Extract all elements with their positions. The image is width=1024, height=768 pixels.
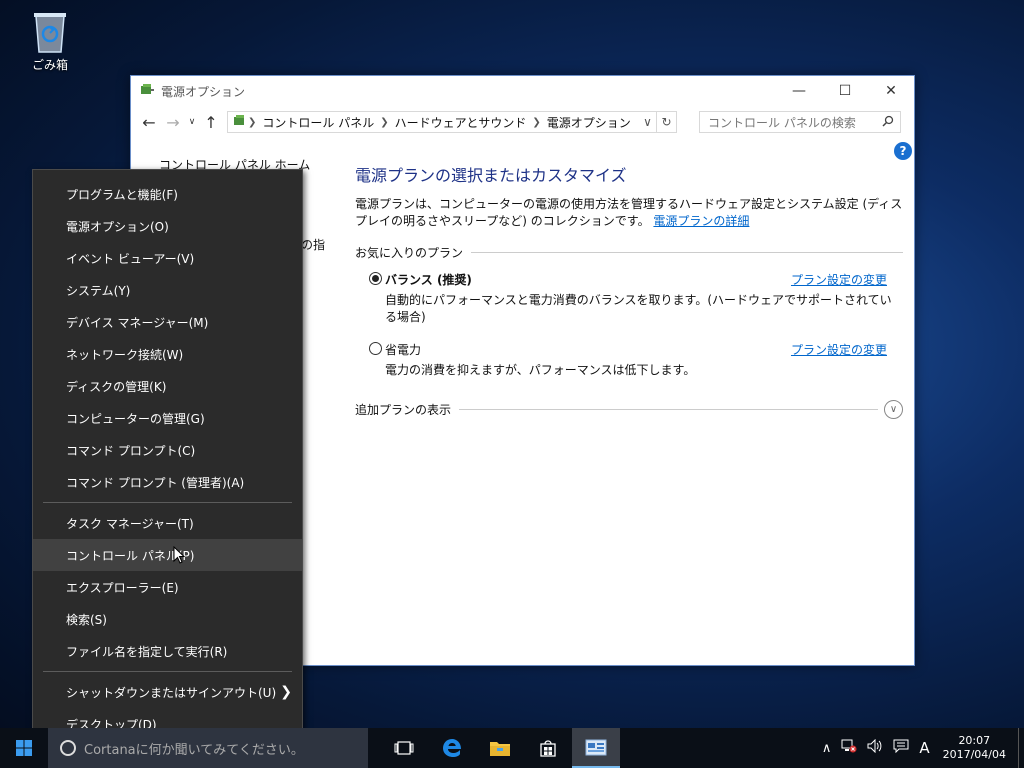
plan-balanced[interactable]: バランス (推奨) 自動的にパフォーマンスと電力消費のバランスを取ります。(ハー… <box>355 271 903 325</box>
menu-item-system[interactable]: システム(Y) <box>33 274 302 306</box>
cortana-placeholder[interactable]: Cortanaに何か聞いてみてください。 <box>84 739 304 758</box>
clock-date: 2017/04/04 <box>942 748 1006 761</box>
menu-item-event-viewer[interactable]: イベント ビューアー(V) <box>33 242 302 274</box>
menu-item-computer-management[interactable]: コンピューターの管理(G) <box>33 402 302 434</box>
task-view-icon <box>394 741 414 755</box>
menu-item-label[interactable]: シャットダウンまたはサインアウト(U) <box>66 684 276 701</box>
clock-time: 20:07 <box>958 734 991 747</box>
control-panel-icon <box>232 113 248 132</box>
recycle-bin-desktop-icon[interactable]: ごみ箱 <box>22 8 78 73</box>
menu-item-search[interactable]: 検索(S) <box>33 603 302 635</box>
address-bar[interactable]: ❯ コントロール パネル ❯ ハードウェアとサウンド ❯ 電源オプション ∨ <box>227 111 657 133</box>
task-view-button[interactable] <box>380 728 428 768</box>
cortana-icon <box>60 740 76 756</box>
start-button[interactable] <box>0 728 48 768</box>
power-options-icon <box>139 82 155 101</box>
additional-plans-section[interactable]: 追加プランの表示 ∨ <box>355 400 903 419</box>
menu-separator <box>43 671 292 672</box>
title-bar[interactable]: 電源オプション — ☐ ✕ <box>131 76 914 106</box>
control-panel-taskbar-button[interactable] <box>572 728 620 768</box>
cortana-search-box[interactable]: Cortanaに何か聞いてみてください。 <box>48 728 368 768</box>
main-content: 電源プランの選択またはカスタマイズ 電源プランは、コンピューターの電源の使用方法… <box>355 162 903 419</box>
network-disconnected-icon[interactable] <box>841 739 857 757</box>
change-plan-settings-link[interactable]: プラン設定の変更 <box>791 271 887 288</box>
store-icon <box>540 740 556 757</box>
breadcrumb-separator-icon[interactable]: ❯ <box>380 117 388 128</box>
expand-chevron-icon[interactable]: ∨ <box>884 400 903 419</box>
file-explorer-taskbar-button[interactable] <box>476 728 524 768</box>
forward-button[interactable]: → <box>161 110 185 134</box>
description-text: 電源プランは、コンピューターの電源の使用方法を管理するハードウェア設定とシステム… <box>355 197 903 228</box>
balanced-radio-button[interactable] <box>369 272 382 285</box>
breadcrumb-hardware-sound[interactable]: ハードウェアとサウンド <box>395 114 527 131</box>
page-description: 電源プランは、コンピューターの電源の使用方法を管理するハードウェア設定とシステム… <box>355 196 903 230</box>
help-icon[interactable]: ? <box>894 142 912 160</box>
recent-locations-chevron-icon[interactable]: ∨ <box>185 110 199 134</box>
recycle-bin-icon <box>30 8 70 54</box>
folder-icon <box>490 742 510 756</box>
submenu-chevron-right-icon: ❯ <box>280 684 292 700</box>
control-panel-icon <box>585 739 607 756</box>
edge-taskbar-button[interactable] <box>428 728 476 768</box>
breadcrumb-control-panel[interactable]: コントロール パネル <box>262 114 374 131</box>
menu-item-disk-management[interactable]: ディスクの管理(K) <box>33 370 302 402</box>
plan-description: 自動的にパフォーマンスと電力消費のバランスを取ります。(ハードウェアでサポートさ… <box>385 293 892 324</box>
show-hidden-icons-chevron-up-icon[interactable]: ∧ <box>822 741 832 756</box>
maximize-button[interactable]: ☐ <box>822 76 868 106</box>
navigation-bar: ← → ∨ ↑ ❯ コントロール パネル ❯ ハードウェアとサウンド ❯ 電源オ… <box>131 106 914 138</box>
search-icon[interactable] <box>882 115 894 130</box>
left-pane-partial-link[interactable]: の指 <box>301 236 325 253</box>
store-taskbar-button[interactable] <box>524 728 572 768</box>
system-tray: ∧ A 20:07 2017/04/04 <box>817 728 1024 768</box>
menu-item-control-panel[interactable]: コントロール パネル(P) <box>33 539 302 571</box>
up-button[interactable]: ↑ <box>199 110 223 134</box>
clock[interactable]: 20:07 2017/04/04 <box>943 734 1006 762</box>
menu-item-task-manager[interactable]: タスク マネージャー(T) <box>33 507 302 539</box>
windows-logo-icon <box>16 740 32 756</box>
search-box[interactable]: コントロール パネルの検索 <box>699 111 901 133</box>
divider <box>471 252 903 253</box>
plan-power-saver[interactable]: 省電力 電力の消費を抑えますが、パフォーマンスは低下します。 プラン設定の変更 <box>355 341 903 378</box>
favorites-section-header: お気に入りのプラン <box>355 244 903 261</box>
back-button[interactable]: ← <box>137 110 161 134</box>
refresh-icon[interactable]: ↻ <box>657 111 677 133</box>
breadcrumb-power-options[interactable]: 電源オプション <box>547 114 631 131</box>
search-input-placeholder[interactable]: コントロール パネルの検索 <box>708 114 856 131</box>
menu-item-device-manager[interactable]: デバイス マネージャー(M) <box>33 306 302 338</box>
menu-item-programs-features[interactable]: プログラムと機能(F) <box>33 178 302 210</box>
close-button[interactable]: ✕ <box>868 76 914 106</box>
minimize-button[interactable]: — <box>776 76 822 106</box>
menu-item-power-options[interactable]: 電源オプション(O) <box>33 210 302 242</box>
page-heading: 電源プランの選択またはカスタマイズ <box>355 166 627 185</box>
menu-item-command-prompt[interactable]: コマンド プロンプト(C) <box>33 434 302 466</box>
menu-item-command-prompt-admin[interactable]: コマンド プロンプト (管理者)(A) <box>33 466 302 498</box>
breadcrumb-separator-icon[interactable]: ❯ <box>248 117 256 128</box>
menu-separator <box>43 502 292 503</box>
change-plan-settings-link[interactable]: プラン設定の変更 <box>791 341 887 358</box>
edge-browser-icon <box>443 739 461 757</box>
power-saver-radio-button[interactable] <box>369 342 382 355</box>
volume-icon[interactable] <box>867 738 883 757</box>
plan-description: 電力の消費を抑えますが、パフォーマンスは低下します。 <box>385 363 696 377</box>
menu-item-run[interactable]: ファイル名を指定して実行(R) <box>33 635 302 667</box>
menu-item-shutdown-signout[interactable]: シャットダウンまたはサインアウト(U) ❯ <box>33 676 302 708</box>
show-desktop-button[interactable] <box>1018 728 1024 768</box>
divider <box>459 409 878 410</box>
taskbar: Cortanaに何か聞いてみてください。 ∧ A 20:07 2017/04/0… <box>0 728 1024 768</box>
power-plan-details-link[interactable]: 電源プランの詳細 <box>653 214 749 228</box>
power-user-menu: プログラムと機能(F) 電源オプション(O) イベント ビューアー(V) システ… <box>32 169 303 748</box>
mouse-pointer-icon <box>173 545 186 567</box>
menu-item-explorer[interactable]: エクスプローラー(E) <box>33 571 302 603</box>
menu-item-network-connections[interactable]: ネットワーク接続(W) <box>33 338 302 370</box>
favorites-label: お気に入りのプラン <box>355 246 464 260</box>
breadcrumb-separator-icon[interactable]: ❯ <box>532 117 540 128</box>
additional-plans-label[interactable]: 追加プランの表示 <box>355 401 451 418</box>
recycle-bin-label: ごみ箱 <box>31 58 68 72</box>
ime-indicator[interactable]: A <box>919 739 929 757</box>
window-title: 電源オプション <box>161 84 246 99</box>
action-center-icon[interactable] <box>893 739 909 757</box>
address-dropdown-chevron-icon[interactable]: ∨ <box>638 115 656 129</box>
